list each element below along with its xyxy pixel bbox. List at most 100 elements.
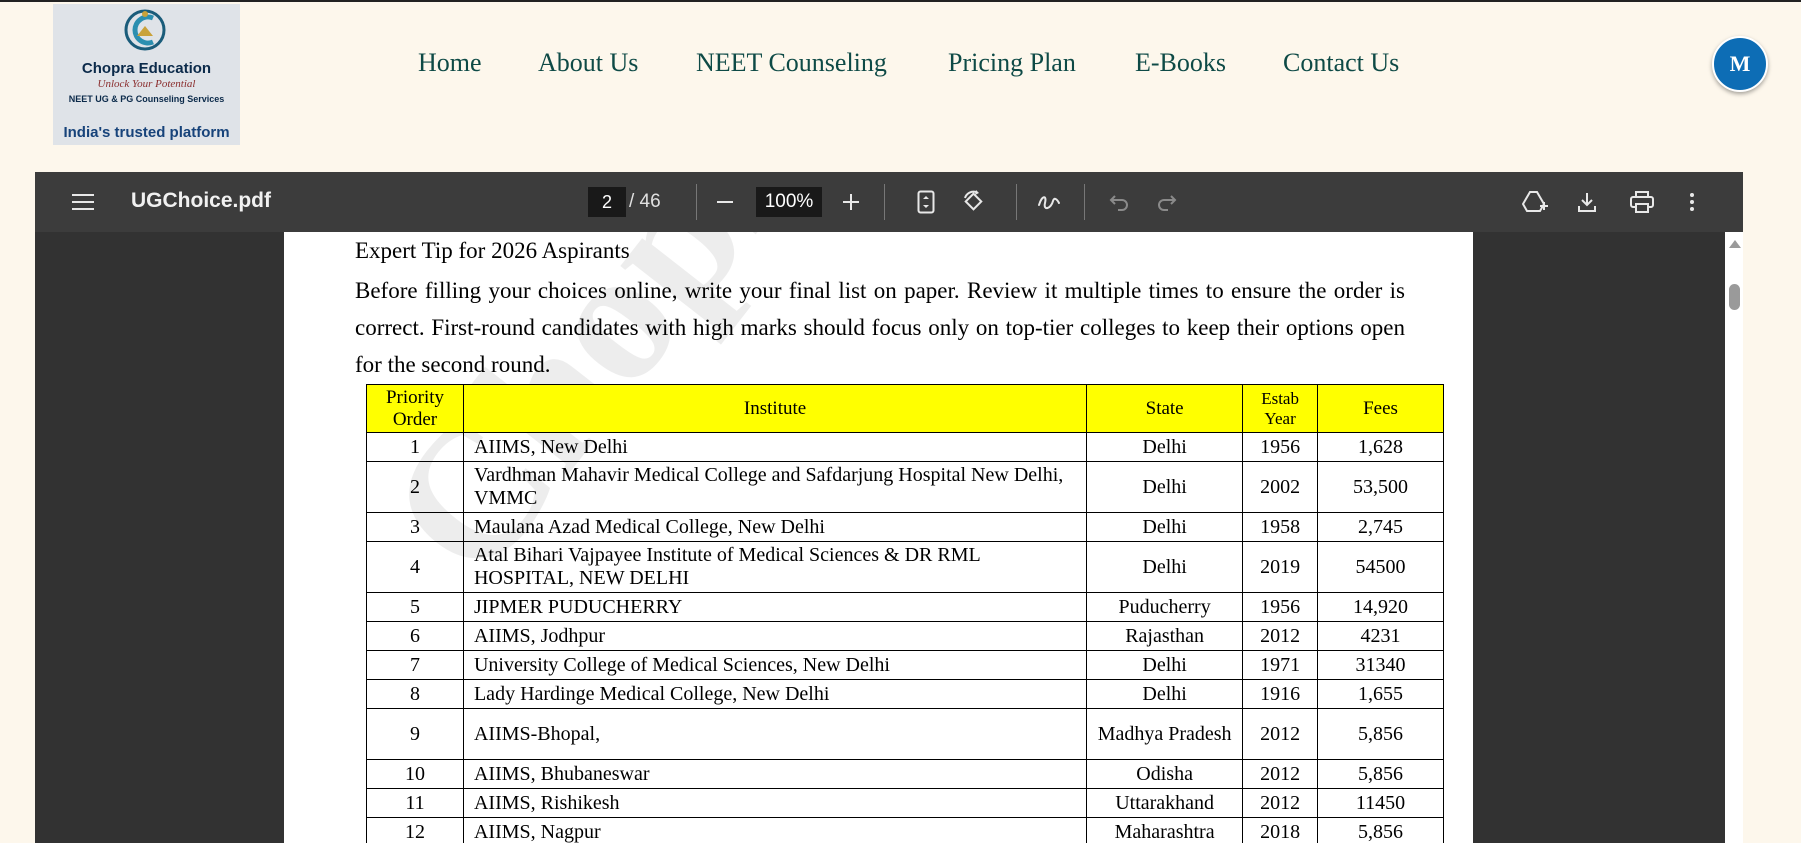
state-cell: Puducherry <box>1086 592 1244 622</box>
institute-cell: University College of Medical Sciences, … <box>462 650 1088 680</box>
table-header-row: Priority Order Institute State Estab Yea… <box>366 384 1444 433</box>
main-nav: Home About Us NEET Counseling Pricing Pl… <box>0 48 1801 80</box>
priority-cell: 5 <box>366 592 464 622</box>
institute-cell: AIIMS, Bhubaneswar <box>462 759 1088 789</box>
toolbar-divider <box>696 184 697 220</box>
institute-cell: AIIMS-Bhopal, <box>462 708 1088 760</box>
column-header: Estab Year <box>1242 384 1319 433</box>
priority-cell: 3 <box>366 512 464 542</box>
toolbar-divider <box>884 184 885 220</box>
state-cell: Odisha <box>1086 759 1244 789</box>
state-cell: Maharashtra <box>1086 817 1244 843</box>
column-header: Fees <box>1317 384 1444 433</box>
estab-year-cell: 1956 <box>1242 592 1319 622</box>
priority-cell: 4 <box>366 541 464 593</box>
fees-cell: 5,856 <box>1317 708 1444 760</box>
priority-cell: 8 <box>366 679 464 709</box>
scroll-up-arrow-icon[interactable] <box>1729 240 1741 248</box>
priority-cell: 12 <box>366 817 464 843</box>
institute-cell: AIIMS, Rishikesh <box>462 788 1088 818</box>
pdf-viewer: UGChoice.pdf 2 / 46 100% Chopra E Expert… <box>35 172 1743 843</box>
nav-neet-counseling[interactable]: NEET Counseling <box>696 48 887 78</box>
institute-cell: Maulana Azad Medical College, New Delhi <box>462 512 1088 542</box>
brand-services: NEET UG & PG Counseling Services <box>68 94 225 104</box>
nav-contact-us[interactable]: Contact Us <box>1283 48 1399 78</box>
estab-year-cell: 2012 <box>1242 621 1319 651</box>
brand-trust-line: India's trusted platform <box>63 124 230 141</box>
table-row: 7 University College of Medical Sciences,… <box>366 650 1444 680</box>
fees-cell: 2,745 <box>1317 512 1444 542</box>
undo-icon[interactable] <box>1108 188 1130 216</box>
state-cell: Delhi <box>1086 679 1244 709</box>
user-avatar[interactable]: M <box>1712 36 1768 92</box>
annotate-icon[interactable] <box>1036 188 1062 216</box>
zoom-in-icon[interactable] <box>841 188 861 216</box>
estab-year-cell: 1971 <box>1242 650 1319 680</box>
table-row: 3 Maulana Azad Medical College, New Delhi… <box>366 512 1444 542</box>
estab-year-cell: 2002 <box>1242 461 1319 513</box>
fees-cell: 5,856 <box>1317 759 1444 789</box>
state-cell: Rajasthan <box>1086 621 1244 651</box>
nav-pricing-plan[interactable]: Pricing Plan <box>948 48 1076 78</box>
fees-cell: 11450 <box>1317 788 1444 818</box>
table-row: 9 AIIMS-Bhopal, Madhya Pradesh 2012 5,856 <box>366 708 1444 760</box>
state-cell: Delhi <box>1086 650 1244 680</box>
institute-cell: AIIMS, New Delhi <box>462 432 1088 462</box>
estab-year-cell: 1916 <box>1242 679 1319 709</box>
more-options-icon[interactable] <box>1685 188 1699 216</box>
rotate-icon[interactable] <box>961 188 987 216</box>
estab-year-cell: 1956 <box>1242 432 1319 462</box>
table-row: 2 Vardhman Mahavir Medical College and Sa… <box>366 461 1444 513</box>
nav-home[interactable]: Home <box>418 48 482 78</box>
estab-year-cell: 1958 <box>1242 512 1319 542</box>
estab-year-cell: 2019 <box>1242 541 1319 593</box>
scrollbar-thumb[interactable] <box>1729 284 1740 310</box>
institute-cell: Lady Hardinge Medical College, New Delhi <box>462 679 1088 709</box>
toolbar-divider <box>1084 184 1085 220</box>
page-number-input[interactable]: 2 <box>588 187 626 217</box>
fees-cell: 1,655 <box>1317 679 1444 709</box>
fees-cell: 31340 <box>1317 650 1444 680</box>
estab-year-cell: 2018 <box>1242 817 1319 843</box>
priority-cell: 9 <box>366 708 464 760</box>
pdf-page: Chopra E Expert Tip for 2026 Aspirants B… <box>284 232 1473 843</box>
download-icon[interactable] <box>1575 188 1599 216</box>
institute-cell: AIIMS, Jodhpur <box>462 621 1088 651</box>
table-row: 8 Lady Hardinge Medical College, New Delh… <box>366 679 1444 709</box>
menu-icon[interactable] <box>71 188 95 216</box>
column-header: Priority Order <box>366 384 464 433</box>
tip-title: Expert Tip for 2026 Aspirants <box>355 238 630 263</box>
zoom-level-input[interactable]: 100% <box>756 187 822 217</box>
table-row: 6 AIIMS, Jodhpur Rajasthan 2012 4231 <box>366 621 1444 651</box>
state-cell: Delhi <box>1086 432 1244 462</box>
nav-about-us[interactable]: About Us <box>538 48 638 78</box>
institute-cell: Vardhman Mahavir Medical College and Saf… <box>462 461 1088 513</box>
fit-page-icon[interactable] <box>915 188 937 216</box>
state-cell: Madhya Pradesh <box>1086 708 1244 760</box>
table-row: 4 Atal Bihari Vajpayee Institute of Medic… <box>366 541 1444 593</box>
vertical-scrollbar[interactable] <box>1725 232 1743 843</box>
state-cell: Delhi <box>1086 541 1244 593</box>
priority-cell: 10 <box>366 759 464 789</box>
fees-cell: 14,920 <box>1317 592 1444 622</box>
add-to-drive-icon[interactable] <box>1521 188 1549 216</box>
fees-cell: 53,500 <box>1317 461 1444 513</box>
fees-cell: 54500 <box>1317 541 1444 593</box>
institute-cell: Atal Bihari Vajpayee Institute of Medica… <box>462 541 1088 593</box>
priority-cell: 6 <box>366 621 464 651</box>
redo-icon[interactable] <box>1156 188 1178 216</box>
nav-e-books[interactable]: E-Books <box>1135 48 1226 78</box>
estab-year-cell: 2012 <box>1242 788 1319 818</box>
state-cell: Delhi <box>1086 461 1244 513</box>
print-icon[interactable] <box>1629 188 1655 216</box>
priority-cell: 1 <box>366 432 464 462</box>
institute-cell: AIIMS, Nagpur <box>462 817 1088 843</box>
fees-cell: 1,628 <box>1317 432 1444 462</box>
estab-year-cell: 2012 <box>1242 759 1319 789</box>
table-row: 11 AIIMS, Rishikesh Uttarakhand 2012 11450 <box>366 788 1444 818</box>
zoom-out-icon[interactable] <box>715 188 735 216</box>
priority-cell: 7 <box>366 650 464 680</box>
college-priority-table: Priority Order Institute State Estab Yea… <box>366 384 1444 843</box>
table-row: 5 JIPMER PUDUCHERRY Puducherry 1956 14,920 <box>366 592 1444 622</box>
column-header: Institute <box>462 384 1088 433</box>
